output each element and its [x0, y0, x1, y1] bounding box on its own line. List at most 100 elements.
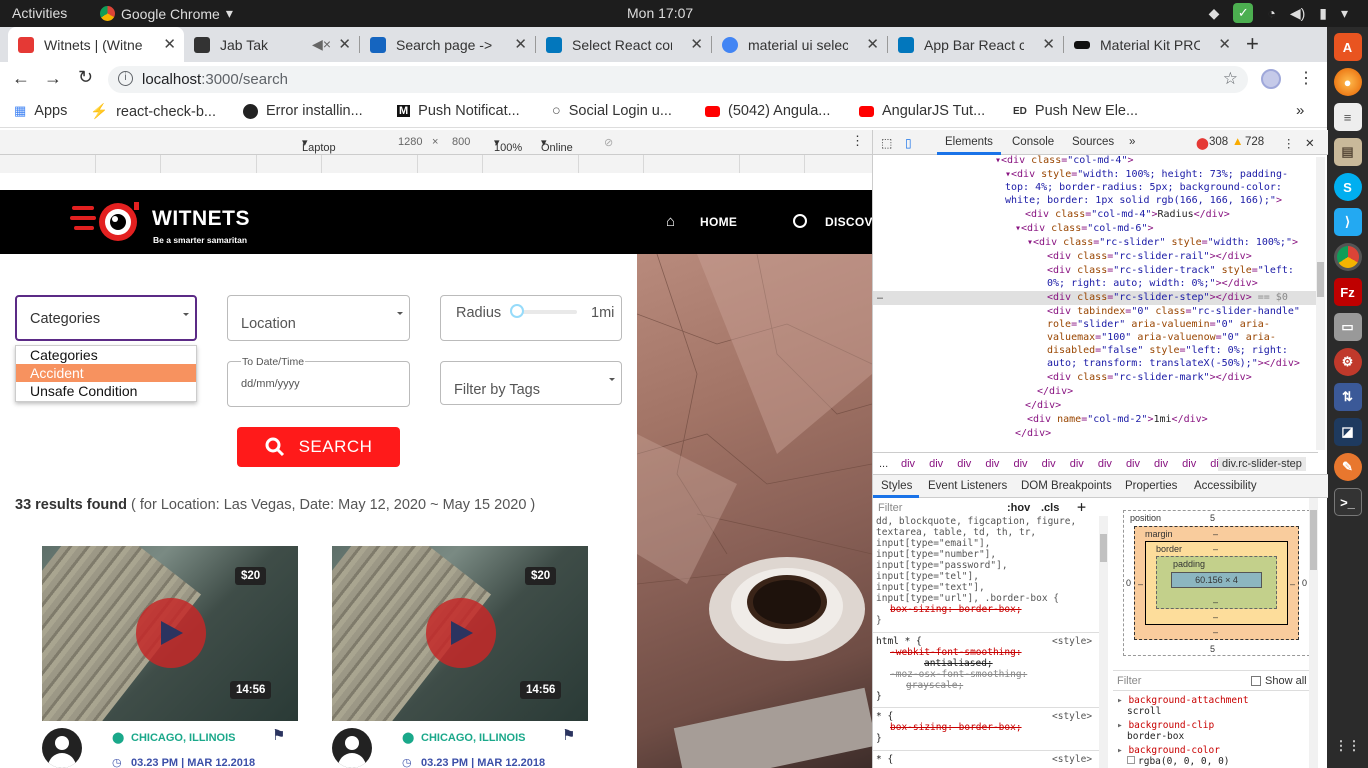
address-bar[interactable]: i localhost:3000/search ☆ [108, 66, 1248, 93]
more-bookmarks-icon[interactable]: » [1296, 102, 1304, 119]
nav-home[interactable]: HOME [700, 215, 737, 229]
search-button[interactable]: SEARCH [237, 427, 400, 467]
tab-dom-breakpoints[interactable]: DOM Breakpoints [1021, 480, 1112, 492]
box-model-diagram[interactable]: position 5 0 0 5 margin – – – – border –… [1123, 510, 1310, 656]
volume-icon[interactable]: ◀) [1290, 5, 1305, 22]
tab-witnets[interactable]: Witnets | (Witne ✕ [8, 27, 184, 62]
wifi-icon[interactable]: ◔ [1267, 5, 1275, 21]
error-count[interactable]: 308 [1209, 136, 1228, 148]
bookmark-social-login[interactable]: ○ Social Login u... [552, 103, 672, 119]
forward-icon[interactable]: → [44, 68, 62, 89]
close-icon[interactable]: ✕ [866, 35, 879, 53]
home-icon[interactable]: ⌂ [666, 213, 675, 230]
error-icon[interactable]: ⬤ [1196, 136, 1209, 150]
date-field[interactable]: To Date/Time dd/mm/yyyy [227, 356, 410, 407]
tab-styles[interactable]: Styles [881, 480, 912, 492]
terminal-icon[interactable]: >_ [1333, 488, 1362, 516]
close-icon[interactable]: ✕ [690, 35, 703, 53]
tab-properties[interactable]: Properties [1125, 480, 1177, 492]
radius-slider-handle[interactable] [510, 304, 524, 318]
close-icon[interactable]: ✕ [1218, 35, 1231, 53]
activities-button[interactable]: Activities [12, 5, 67, 21]
archive-manager-icon[interactable]: ▤ [1333, 138, 1362, 166]
reload-icon[interactable]: ↻ [78, 67, 93, 88]
device-height[interactable]: 800 [452, 136, 470, 148]
radius-slider-rail[interactable] [517, 310, 577, 314]
show-applications-icon[interactable]: ⋮⋮ [1334, 732, 1362, 760]
witnets-logo-icon[interactable] [70, 198, 148, 246]
device-width[interactable]: 1280 [398, 136, 422, 148]
bookmark-error-installing[interactable]: Error installin... [243, 103, 363, 119]
muted-audio-icon[interactable]: ◀× [312, 36, 331, 53]
back-icon[interactable]: ← [12, 68, 30, 89]
bookmark-angular-video[interactable]: (5042) Angula... [705, 103, 830, 119]
close-icon[interactable]: ✕ [514, 35, 527, 53]
breadcrumb-selected[interactable]: div.rc-slider-step [1218, 457, 1306, 471]
flag-icon[interactable]: ⚑ [272, 726, 285, 744]
clock[interactable]: Mon 17:07 [627, 5, 693, 21]
flag-icon[interactable]: ⚑ [562, 726, 575, 744]
app-menu[interactable]: Google Chrome ▾ [100, 5, 233, 22]
tab-event-listeners[interactable]: Event Listeners [928, 480, 1007, 492]
styles-filter[interactable]: Filter [878, 502, 902, 514]
chrome-dock-icon[interactable] [1333, 243, 1362, 271]
video-card-thumbnail[interactable]: $20 14:56 [42, 546, 298, 721]
warning-icon[interactable]: ▲ [1232, 136, 1243, 148]
tab-select-react[interactable]: Select React com ✕ [536, 27, 711, 62]
dropdown-option-selected[interactable]: Accident [16, 364, 196, 382]
computed-property[interactable]: ▸ background-attachment [1117, 695, 1249, 706]
nav-discover[interactable]: DISCOVE [825, 215, 872, 229]
software-center-icon[interactable]: A [1333, 33, 1362, 61]
tab-sources[interactable]: Sources [1072, 136, 1114, 148]
skype-icon[interactable]: S [1333, 173, 1362, 201]
close-icon[interactable]: ✕ [1042, 35, 1055, 53]
bookmark-react-check[interactable]: ⚡ react-check-b... [90, 103, 216, 121]
styles-scrollbar[interactable] [1099, 516, 1108, 768]
vscode-icon[interactable]: ⟩ [1333, 208, 1362, 236]
dropbox-icon[interactable]: ◆ [1209, 5, 1220, 22]
close-icon[interactable]: ✕ [338, 35, 351, 53]
bookmark-angularjs-tutorial[interactable]: AngularJS Tut... [859, 103, 985, 119]
tab-jab-tak[interactable]: Jab Tak ◀× ✕ [184, 27, 359, 62]
location-select[interactable]: Location [227, 295, 410, 341]
elements-scrollbar[interactable] [1316, 157, 1325, 450]
tab-material-kit-pro[interactable]: Material Kit PRO ✕ [1064, 27, 1239, 62]
tab-app-bar-react[interactable]: App Bar React co ✕ [888, 27, 1063, 62]
add-rule-icon[interactable]: + [1077, 498, 1086, 516]
date-input[interactable]: dd/mm/yyyy [241, 378, 300, 390]
tab-material-ui-select[interactable]: material ui selec ✕ [712, 27, 887, 62]
more-tabs-icon[interactable]: » [1129, 136, 1135, 148]
inspect-element-icon[interactable]: ⬚ [881, 136, 892, 150]
hover-state-toggle[interactable]: :hov [1007, 502, 1030, 514]
warning-count[interactable]: 728 [1245, 136, 1264, 148]
profile-avatar[interactable] [1261, 69, 1281, 89]
tags-select[interactable]: Filter by Tags [440, 361, 622, 405]
breadcrumb-ancestors[interactable]: div div div div div div div div div div … [901, 458, 1224, 470]
info-icon[interactable]: i [118, 71, 133, 86]
category-select[interactable]: Categories [15, 295, 197, 341]
tab-search-page[interactable]: Search page -> o ✕ [360, 27, 535, 62]
device-more-icon[interactable]: ⋮ [851, 133, 864, 149]
avatar[interactable] [332, 728, 372, 768]
tab-elements[interactable]: Elements [945, 136, 993, 148]
device-select[interactable]: Laptop wit... ▾ [302, 136, 336, 166]
bookmark-push-notification[interactable]: M Push Notificat... [397, 103, 520, 119]
bookmark-apps[interactable]: ▦ Apps [14, 103, 67, 119]
bookmark-push-new-element[interactable]: ED Push New Ele... [1013, 103, 1138, 119]
dropdown-option[interactable]: Unsafe Condition [16, 382, 196, 400]
dropdown-option[interactable]: Categories [16, 346, 196, 364]
update-check-icon[interactable]: ✓ [1233, 3, 1254, 23]
avatar[interactable] [42, 728, 82, 768]
close-devtools-icon[interactable]: ✕ [1305, 136, 1315, 150]
text-editor-icon[interactable]: ≡ [1333, 103, 1362, 131]
video-card-thumbnail[interactable]: $20 14:56 [332, 546, 588, 721]
system-tray[interactable]: ◆ ✓ ◔ ◀) ▮ ▾ [1209, 3, 1348, 23]
computed-property[interactable]: ▸ background-clip [1117, 720, 1249, 731]
new-tab-button[interactable]: + [1246, 31, 1259, 57]
computed-filter[interactable]: Filter [1117, 675, 1141, 687]
compass-icon[interactable] [793, 214, 807, 228]
network-throttle-select[interactable]: Online ▾ [541, 136, 573, 154]
computed-property[interactable]: ▸ background-color [1117, 745, 1249, 756]
firefox-icon[interactable]: ● [1333, 68, 1362, 96]
devtools-menu-icon[interactable]: ⋮ [1283, 136, 1295, 150]
